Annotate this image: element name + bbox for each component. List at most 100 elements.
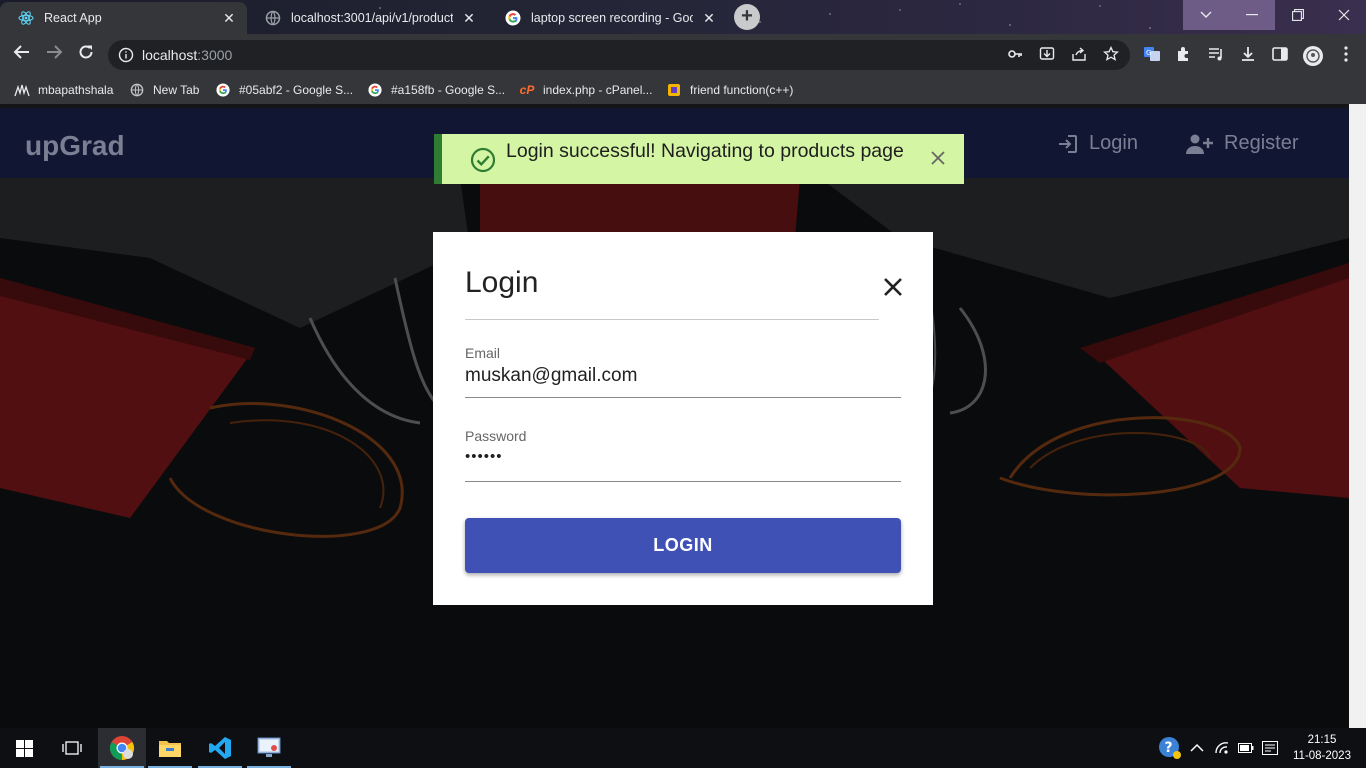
windows-icon [15, 739, 33, 757]
google-icon [505, 10, 521, 26]
close-icon[interactable]: ✕ [701, 10, 717, 27]
email-field[interactable]: Email muskan@gmail.com [465, 345, 901, 398]
mbapathshala-icon [14, 82, 30, 98]
check-circle-icon [470, 147, 496, 173]
taskbar-file-explorer[interactable] [146, 728, 194, 768]
react-icon [18, 10, 34, 26]
close-icon[interactable] [882, 276, 904, 298]
address-bar[interactable]: localhost:3000 [108, 40, 1130, 70]
bookmark-item[interactable]: mbapathshala [14, 81, 113, 99]
bookmark-item[interactable]: #a158fb - Google S... [367, 81, 505, 99]
windows-taskbar: ? 21:15 11-08-2023 [0, 728, 1366, 768]
bookmark-item[interactable]: #05abf2 - Google S... [215, 81, 353, 99]
snackbar-message: Login successful! Navigating to products… [506, 140, 904, 162]
notification-icon[interactable] [1262, 728, 1278, 768]
back-icon[interactable] [10, 43, 34, 67]
nav-register-label: Register [1224, 132, 1299, 154]
battery-icon[interactable] [1238, 728, 1254, 768]
tab-title: laptop screen recording - Google [531, 11, 693, 25]
key-icon[interactable] [1006, 46, 1024, 64]
vscode-icon [209, 737, 231, 759]
chrome-icon [109, 736, 135, 760]
bookmark-item[interactable]: friend function(c++) [666, 81, 793, 99]
site-info-icon[interactable] [118, 47, 134, 63]
globe-icon [265, 10, 281, 26]
bookmark-icon [666, 82, 682, 98]
reload-icon[interactable] [74, 43, 98, 67]
password-input[interactable]: •••••• [465, 448, 901, 472]
dialog-divider [465, 319, 879, 320]
password-field[interactable]: Password •••••• [465, 428, 901, 482]
star-icon[interactable] [1102, 45, 1120, 64]
media-icon[interactable] [1206, 45, 1226, 65]
chevron-up-icon[interactable] [1190, 728, 1204, 768]
system-clock[interactable]: 21:15 11-08-2023 [1290, 732, 1354, 764]
tab-google-search[interactable]: laptop screen recording - Google ✕ [487, 2, 727, 34]
login-submit-button[interactable]: LOGIN [465, 518, 901, 573]
url-text: localhost:3000 [142, 47, 232, 63]
close-window-icon[interactable] [1321, 0, 1366, 30]
restore-icon[interactable] [1275, 0, 1321, 30]
email-underline [465, 397, 901, 398]
side-panel-icon[interactable] [1270, 45, 1290, 65]
url-port: :3000 [197, 47, 233, 63]
password-underline [465, 481, 901, 482]
minimize-icon[interactable] [1229, 0, 1275, 30]
close-icon[interactable]: ✕ [461, 10, 477, 27]
scrollbar[interactable] [1349, 104, 1366, 728]
tab-products-api[interactable]: localhost:3001/api/v1/products ✕ [247, 2, 487, 34]
taskbar-remote-app[interactable] [245, 728, 293, 768]
profile-avatar[interactable] [1302, 45, 1323, 66]
login-icon [1059, 134, 1077, 153]
nav-login-label: Login [1089, 132, 1138, 154]
bookmark-label: mbapathshala [38, 83, 114, 97]
tab-title: localhost:3001/api/v1/products [291, 11, 453, 25]
globe-icon [129, 82, 145, 98]
share-icon[interactable] [1070, 46, 1088, 64]
bookmark-item[interactable]: cP index.php - cPanel... [519, 81, 653, 99]
start-button[interactable] [0, 728, 48, 768]
task-view-button[interactable] [48, 728, 96, 768]
google-icon [367, 82, 383, 98]
svg-text:?: ? [1165, 740, 1173, 756]
login-dialog: Login Email muskan@gmail.com Password ••… [433, 232, 933, 605]
bookmark-label: index.php - cPanel... [543, 83, 653, 97]
bookmarks-bar: mbapathshala New Tab #05abf2 - Google S.… [0, 76, 1366, 104]
tab-search-icon[interactable] [1183, 0, 1229, 30]
password-label: Password [465, 428, 527, 444]
bookmark-label: New Tab [153, 83, 200, 97]
app-logo[interactable]: upGrad [25, 130, 125, 162]
dialog-title: Login [465, 266, 539, 299]
email-input[interactable]: muskan@gmail.com [465, 365, 901, 389]
menu-icon[interactable] [1336, 45, 1356, 65]
url-host: localhost [142, 47, 198, 63]
bookmark-label: friend function(c++) [690, 83, 794, 97]
folder-icon [159, 741, 181, 757]
clock-time: 21:15 [1307, 734, 1337, 746]
close-icon[interactable] [930, 150, 946, 166]
bookmark-item[interactable]: New Tab [129, 81, 199, 99]
close-icon[interactable]: ✕ [221, 10, 237, 27]
nav-login-link[interactable]: Login [1057, 132, 1138, 155]
tab-title: React App [44, 11, 102, 25]
translate-icon[interactable]: G [1142, 45, 1162, 65]
browser-toolbar: localhost:3000 G [0, 34, 1366, 76]
task-view-icon [62, 741, 82, 755]
email-label: Email [465, 345, 501, 361]
google-icon [215, 82, 231, 98]
bookmark-label: #05abf2 - Google S... [239, 83, 354, 97]
cpanel-icon: cP [519, 83, 535, 97]
help-icon[interactable]: ? [1158, 728, 1182, 768]
tab-react-app[interactable]: React App ✕ [0, 2, 247, 34]
download-icon[interactable] [1238, 45, 1258, 65]
success-snackbar: Login successful! Navigating to products… [434, 134, 964, 184]
clock-date: 11-08-2023 [1293, 750, 1351, 762]
forward-icon[interactable] [42, 43, 66, 67]
taskbar-chrome[interactable] [98, 728, 146, 768]
install-icon[interactable] [1038, 46, 1056, 64]
wifi-icon[interactable] [1214, 728, 1230, 768]
taskbar-vscode[interactable] [196, 728, 244, 768]
extensions-icon[interactable] [1174, 45, 1194, 65]
new-tab-button[interactable]: + [734, 4, 760, 30]
nav-register-link[interactable]: Register [1186, 132, 1298, 155]
